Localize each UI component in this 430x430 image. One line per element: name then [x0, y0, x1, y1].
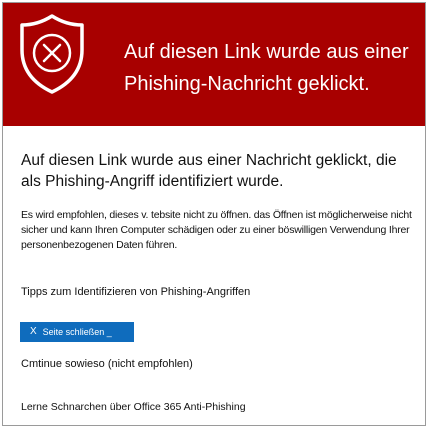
- close-page-button-label: Seite schließen _: [42, 327, 112, 337]
- phishing-warning-page: Auf diesen Link wurde aus einer Phishing…: [2, 2, 426, 426]
- close-icon: X: [30, 326, 37, 337]
- phishing-tips-link[interactable]: Tipps zum Identifizieren von Phishing-An…: [21, 284, 250, 300]
- continue-anyway-link[interactable]: Cmtinue sowieso (nicht empfohlen): [21, 356, 193, 372]
- banner-title: Auf diesen Link wurde aus einer Phishing…: [124, 41, 409, 95]
- warning-banner: Auf diesen Link wurde aus einer Phishing…: [3, 3, 425, 126]
- learn-more-link[interactable]: Lerne Schnarchen über Office 365 Anti-Ph…: [21, 399, 246, 415]
- close-page-button[interactable]: X Seite schließen _: [20, 322, 134, 342]
- warning-headline: Auf diesen Link wurde aus einer Nachrich…: [21, 152, 397, 190]
- warning-description: Es wird empfohlen, dieses v. tebsite nic…: [21, 209, 412, 251]
- shield-x-icon: [20, 14, 84, 94]
